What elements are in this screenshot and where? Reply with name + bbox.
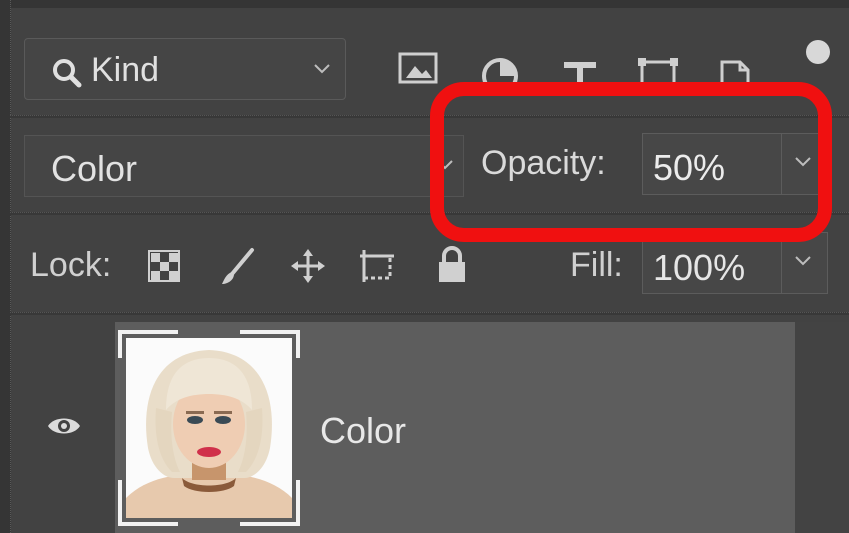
filter-kind-label: Kind (91, 51, 160, 89)
type-filter-icon[interactable] (560, 50, 600, 86)
blend-mode-dropdown[interactable]: Color (24, 135, 464, 197)
chevron-down-icon[interactable] (794, 255, 812, 267)
search-icon (53, 59, 82, 88)
lock-all-icon[interactable] (436, 246, 468, 284)
lock-artboard-icon[interactable] (358, 248, 396, 284)
chevron-down-icon (314, 64, 330, 74)
layer-thumbnail[interactable] (118, 330, 300, 526)
layer-row-scroll-area (795, 322, 849, 533)
lock-image-pixels-icon[interactable] (218, 246, 258, 286)
visibility-eye-icon[interactable] (46, 414, 82, 438)
divider (781, 233, 782, 293)
opacity-highlight-annotation (430, 82, 832, 242)
panel-left-edge (0, 0, 11, 533)
panel-top-edge (0, 0, 849, 8)
adjustment-filter-icon[interactable] (480, 50, 520, 86)
shape-filter-icon[interactable] (636, 50, 680, 86)
layer-name[interactable]: Color (320, 410, 406, 452)
filter-kind-dropdown[interactable]: Kind (24, 38, 346, 100)
divider (10, 312, 849, 315)
filter-toggle-icon[interactable] (806, 40, 830, 64)
lock-label: Lock: (30, 246, 112, 284)
smart-object-filter-icon[interactable] (716, 50, 756, 86)
lock-transparent-pixels-icon[interactable] (148, 250, 180, 282)
fill-label: Fill: (570, 246, 623, 284)
image-filter-icon[interactable] (398, 50, 438, 86)
blend-mode-label: Color (51, 148, 138, 189)
portrait-image (126, 338, 292, 518)
fill-value[interactable]: 100% (653, 247, 745, 289)
lock-position-icon[interactable] (290, 248, 326, 284)
